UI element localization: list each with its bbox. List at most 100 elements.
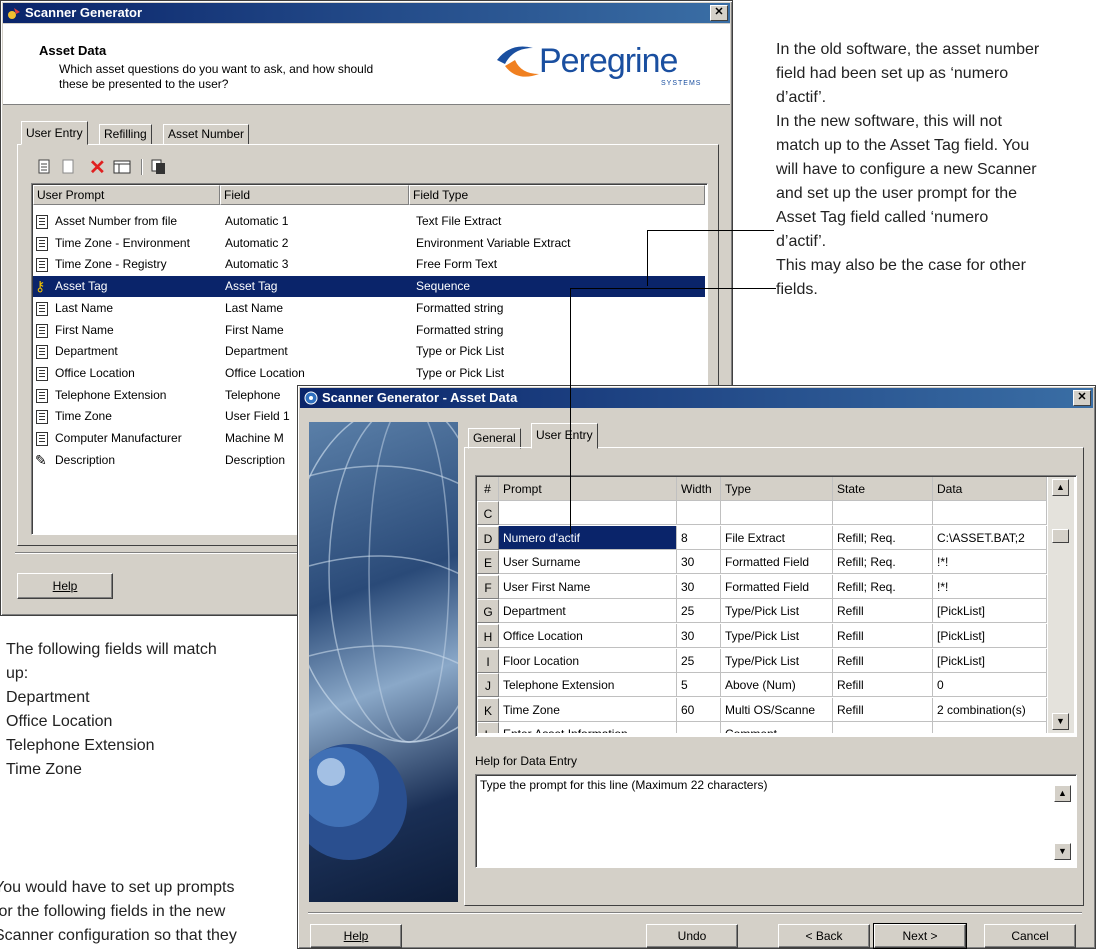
grid-cell-prompt[interactable]: User First Name <box>499 574 677 599</box>
grid-cell-type[interactable]: Comment <box>721 722 833 733</box>
list-item[interactable]: Asset Number from file Automatic 1 Text Fi… <box>33 211 705 232</box>
list-item[interactable]: Last Name Last Name Formatted string <box>33 298 705 319</box>
grid-cell-width[interactable]: 30 <box>677 574 721 599</box>
grid-cell-prompt[interactable]: Telephone Extension <box>499 673 677 698</box>
grid-cell-prompt[interactable]: Department <box>499 599 677 624</box>
grid-cell-width[interactable]: 30 <box>677 550 721 575</box>
list-item[interactable]: Department Department Type or Pick List <box>33 341 705 362</box>
grid-cell-state[interactable]: Refill; Req. <box>833 574 933 599</box>
properties-icon[interactable] <box>113 159 131 175</box>
table-row[interactable]: D Numero d'actif 8 File Extract Refill; Req.… <box>477 525 1047 550</box>
grid-column-header-type[interactable]: Type <box>721 477 833 501</box>
grid-cell-width[interactable]: 5 <box>677 673 721 698</box>
grid-cell-data[interactable]: !*! <box>933 574 1047 599</box>
grid-cell-data[interactable]: !*! <box>933 550 1047 575</box>
grid-cell-type[interactable]: Type/Pick List <box>721 599 833 624</box>
tab-user-entry[interactable]: User Entry <box>21 121 88 145</box>
grid-scrollbar[interactable]: ▲ ▼ <box>1048 477 1074 733</box>
column-header-user-prompt[interactable]: User Prompt <box>33 185 220 205</box>
grid-column-header-data[interactable]: Data <box>933 477 1047 501</box>
tab-asset-number[interactable]: Asset Number <box>163 124 250 145</box>
next-button[interactable]: Next > <box>873 923 967 949</box>
grid-cell-prompt[interactable]: User Surname <box>499 550 677 575</box>
grid-cell-data[interactable]: 2 combination(s) <box>933 697 1047 722</box>
grid-cell-prompt[interactable] <box>499 501 677 525</box>
grid-cell-width[interactable]: 30 <box>677 624 721 648</box>
grid-column-header-key[interactable]: # <box>477 477 499 501</box>
grid-cell-type[interactable]: File Extract <box>721 525 833 550</box>
close-button-2[interactable]: ✕ <box>1073 390 1091 406</box>
new-entry-icon[interactable] <box>37 159 51 175</box>
tab-user-entry-2[interactable]: User Entry <box>531 423 598 449</box>
scroll-up-button[interactable]: ▲ <box>1052 479 1069 496</box>
grid-cell-type[interactable] <box>721 501 833 525</box>
column-header-field-type[interactable]: Field Type <box>409 185 705 205</box>
help-button-2[interactable]: Help <box>310 924 402 948</box>
table-row[interactable]: K Time Zone 60 Multi OS/Scanne Refill 2 combi… <box>477 697 1047 722</box>
list-item[interactable]: First Name First Name Formatted string <box>33 320 705 341</box>
grid-cell-type[interactable]: Formatted Field <box>721 574 833 599</box>
table-row[interactable]: J Telephone Extension 5 Above (Num) Refill 0 <box>477 673 1047 698</box>
table-row[interactable]: I Floor Location 25 Type/Pick List Refill [Pi… <box>477 648 1047 673</box>
undo-button[interactable]: Undo <box>646 924 738 948</box>
delete-icon[interactable]: ✕ <box>89 155 106 180</box>
list-item[interactable]: Time Zone - Registry Automatic 3 Free Form… <box>33 254 705 275</box>
table-row[interactable]: E User Surname 30 Formatted Field Refill; Re… <box>477 550 1047 575</box>
grid-cell-state[interactable]: Refill <box>833 648 933 673</box>
grid-cell-width[interactable] <box>677 501 721 525</box>
grid-cell-prompt[interactable]: Floor Location <box>499 648 677 673</box>
grid-cell-prompt[interactable]: Office Location <box>499 624 677 648</box>
grid-cell-width[interactable]: 60 <box>677 697 721 722</box>
help-scroll-up-button[interactable]: ▲ <box>1054 785 1071 802</box>
grid-cell-width[interactable]: 25 <box>677 648 721 673</box>
blank-page-icon[interactable] <box>61 159 75 175</box>
grid-cell-type[interactable]: Type/Pick List <box>721 624 833 648</box>
grid-cell-type[interactable]: Above (Num) <box>721 673 833 698</box>
tab-general[interactable]: General <box>468 428 521 449</box>
grid-cell-prompt[interactable]: Time Zone <box>499 697 677 722</box>
grid-cell-data[interactable]: [PickList] <box>933 599 1047 624</box>
grid-cell-state[interactable]: Refill <box>833 673 933 698</box>
grid-cell-state[interactable]: Refill <box>833 624 933 648</box>
grid-cell-data[interactable] <box>933 501 1047 525</box>
table-row[interactable]: H Office Location 30 Type/Pick List Refill [P… <box>477 624 1047 648</box>
grid-cell-state[interactable]: Refill <box>833 599 933 624</box>
table-row[interactable]: F User First Name 30 Formatted Field Refill;… <box>477 574 1047 599</box>
grid-cell-state[interactable] <box>833 501 933 525</box>
grid-cell-width[interactable]: 8 <box>677 525 721 550</box>
grid-cell-data[interactable]: [PickList] <box>933 648 1047 673</box>
list-item[interactable]: Time Zone - Environment Automatic 2 Enviro… <box>33 233 705 254</box>
grid-column-header-state[interactable]: State <box>833 477 933 501</box>
grid-column-header-prompt[interactable]: Prompt <box>499 477 677 501</box>
list-item[interactable]: ⚷ Asset Tag Asset Tag Sequence <box>33 276 705 298</box>
help-text-box[interactable]: Type the prompt for this line (Maximum 2… <box>475 774 1077 868</box>
cancel-button[interactable]: Cancel <box>984 924 1076 948</box>
table-row[interactable]: LEnter Asset Information Comment <box>477 722 1047 733</box>
grid-cell-prompt[interactable]: Numero d'actif <box>499 525 677 550</box>
close-button[interactable]: ✕ <box>710 5 728 21</box>
copy-icon[interactable] <box>151 159 167 175</box>
grid-cell-type[interactable]: Type/Pick List <box>721 648 833 673</box>
grid-cell-type[interactable]: Multi OS/Scanne <box>721 697 833 722</box>
scroll-down-button[interactable]: ▼ <box>1052 713 1069 730</box>
table-row[interactable]: C <box>477 501 1047 525</box>
grid-cell-data[interactable]: 0 <box>933 673 1047 698</box>
grid-cell-prompt[interactable]: Enter Asset Information <box>499 722 677 733</box>
list-item[interactable]: Office Location Office Location Type or Pi… <box>33 363 705 384</box>
grid-cell-data[interactable]: C:\ASSET.BAT;2 <box>933 525 1047 550</box>
grid-cell-width[interactable]: 25 <box>677 599 721 624</box>
grid-cell-data[interactable] <box>933 722 1047 733</box>
help-button[interactable]: Help <box>17 573 113 599</box>
table-row[interactable]: G Department 25 Type/Pick List Refill [PickLi… <box>477 599 1047 624</box>
grid-cell-width[interactable] <box>677 722 721 733</box>
grid-cell-state[interactable]: Refill; Req. <box>833 525 933 550</box>
entry-grid[interactable]: # Prompt Width Type State Data C D Numero d'acti… <box>475 475 1077 737</box>
grid-cell-data[interactable]: [PickList] <box>933 624 1047 648</box>
column-header-field[interactable]: Field <box>220 185 409 205</box>
grid-cell-type[interactable]: Formatted Field <box>721 550 833 575</box>
back-button[interactable]: < Back <box>778 924 870 948</box>
scroll-thumb[interactable] <box>1052 529 1069 543</box>
grid-cell-state[interactable] <box>833 722 933 733</box>
tab-refilling[interactable]: Refilling <box>99 124 152 145</box>
grid-cell-state[interactable]: Refill; Req. <box>833 550 933 575</box>
